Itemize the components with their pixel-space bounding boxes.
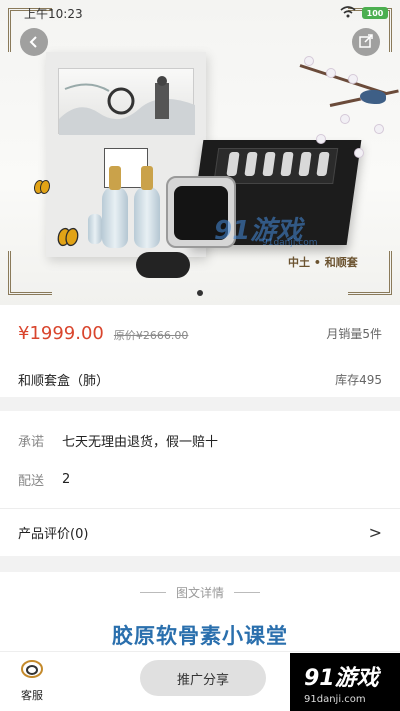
small-vial-image	[88, 214, 102, 244]
bird-decoration	[360, 90, 386, 104]
status-time: 上午10:23	[24, 6, 83, 21]
monthly-sales: 月销量5件	[326, 326, 382, 341]
plum-blossom-decoration	[290, 34, 400, 184]
product-name: 和顺套盒（肺）	[18, 373, 110, 389]
site-watermark-badge: 91游戏 91danji.com	[290, 653, 400, 711]
site-badge-main: 91游戏	[304, 665, 379, 691]
frame-corner-decoration	[8, 251, 52, 295]
original-price: 原价¥2666.00	[113, 328, 189, 342]
butterfly-decoration	[57, 227, 79, 247]
promise-label: 承诺	[18, 434, 45, 450]
back-button[interactable]	[20, 28, 48, 56]
shipping-row: 配送 2	[0, 461, 400, 497]
course-title: 胶原软骨素小课堂	[112, 624, 288, 648]
back-arrow-icon	[28, 33, 40, 52]
status-bar: 上午10:23 100	[0, 0, 400, 26]
promise-row: 承诺 七天无理由退货，假一赔十	[0, 422, 400, 458]
chevron-right-icon: >	[368, 523, 382, 542]
serum-bottle-image	[134, 186, 160, 248]
name-row: 和顺套盒（肺） 库存495	[0, 361, 400, 397]
headset-icon	[20, 658, 44, 683]
product-reviews-row[interactable]: 产品评价(0) >	[0, 508, 400, 556]
customer-service-label: 客服	[21, 689, 43, 702]
butterfly-decoration	[34, 180, 50, 194]
bottom-action-bar: 客服 推广分享 91游戏 91danji.com	[0, 651, 400, 711]
section-divider	[0, 556, 400, 572]
watermark-url: 91danji.com	[262, 238, 318, 248]
battery-icon: 100	[362, 7, 388, 19]
reviews-label: 产品评价(0)	[18, 527, 89, 542]
product-image-carousel[interactable]: 91游戏 91danji.com 中土 • 和顺套	[0, 0, 400, 305]
section-divider	[0, 397, 400, 411]
share-icon	[359, 33, 373, 52]
details-header: 图文详情	[0, 572, 400, 612]
promise-value: 七天无理由退货，假一赔十	[62, 434, 219, 450]
shipping-value: 2	[62, 471, 71, 487]
price-row: ¥1999.00 原价¥2666.00 月销量5件	[0, 305, 400, 361]
share-button[interactable]	[352, 28, 380, 56]
promote-share-button[interactable]: 推广分享	[140, 660, 266, 696]
gua-sha-comb-image	[136, 252, 190, 278]
current-price: ¥1999.00	[18, 322, 104, 344]
customer-service-button[interactable]: 客服	[8, 658, 56, 708]
details-header-label: 图文详情	[175, 585, 224, 600]
stock-count: 库存495	[335, 372, 382, 387]
site-badge-url: 91danji.com	[304, 693, 366, 705]
carousel-indicator-dot[interactable]	[197, 290, 203, 296]
product-detail-page: 上午10:23 100 91游戏 91danji.com 中土 • 和顺套 ¥1…	[0, 0, 400, 711]
brand-caption: 中土 • 和顺套	[288, 256, 358, 269]
wifi-icon	[340, 5, 356, 21]
serum-bottle-image	[102, 186, 128, 248]
shipping-label: 配送	[18, 473, 45, 489]
